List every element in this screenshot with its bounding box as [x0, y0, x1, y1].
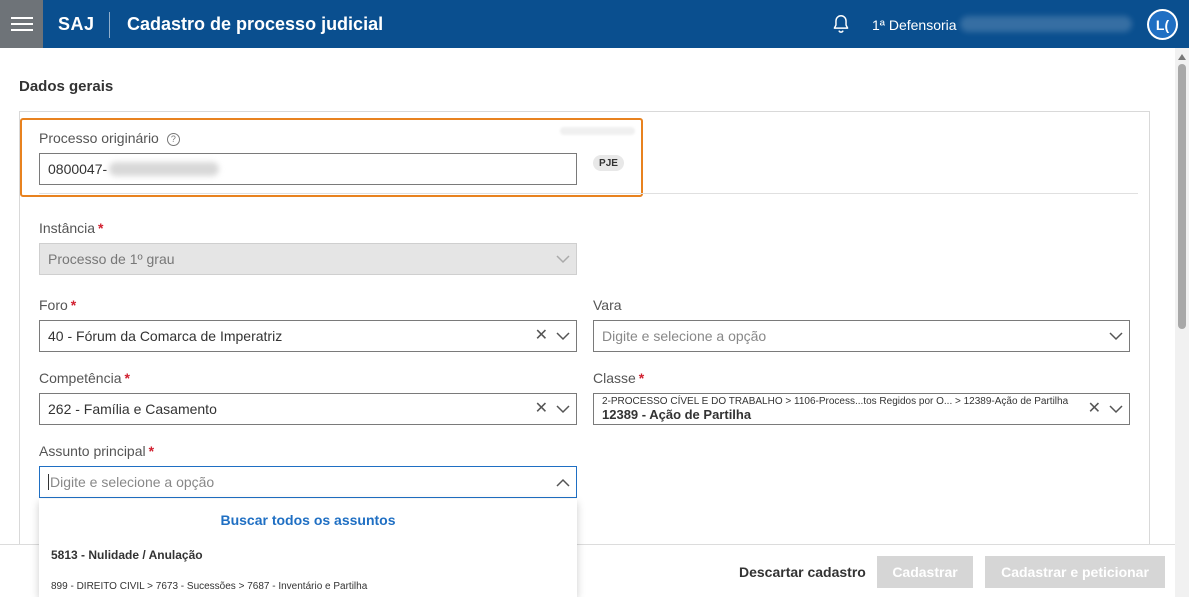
brand-logo[interactable]: SAJ — [58, 14, 95, 35]
text-caret — [48, 474, 49, 490]
chevron-down-icon[interactable] — [1109, 331, 1123, 341]
section-title: Dados gerais — [19, 78, 114, 95]
processo-originario-label-text: Processo originário — [39, 130, 159, 146]
pje-badge: PJE — [593, 155, 624, 171]
competencia-label-text: Competência — [39, 370, 122, 386]
foro-label-text: Foro — [39, 297, 68, 313]
search-all-link[interactable]: Buscar todos os assuntos — [39, 512, 577, 528]
page-title: Cadastro de processo judicial — [127, 14, 384, 34]
user-name-redacted — [960, 16, 1132, 32]
assunto-select[interactable]: Digite e selecione a opção — [39, 466, 577, 498]
redacted-number — [109, 162, 220, 176]
avatar-initials: L( — [1149, 11, 1176, 38]
required-marker: * — [638, 370, 645, 386]
chevron-down-icon[interactable] — [1109, 404, 1123, 414]
classe-path: 2-PROCESSO CÍVEL E DO TRABALHO > 1106-Pr… — [602, 396, 1069, 407]
divider — [39, 193, 1138, 194]
chevron-down-icon[interactable] — [556, 331, 570, 341]
competencia-select[interactable]: 262 - Família e Casamento ✕ — [39, 393, 577, 425]
instancia-label: Instância * — [39, 220, 104, 236]
required-marker: * — [124, 370, 130, 386]
foro-label: Foro * — [39, 297, 76, 313]
brand-divider — [109, 12, 110, 38]
competencia-value: 262 - Família e Casamento — [48, 401, 217, 417]
avatar[interactable]: L( — [1147, 9, 1178, 40]
assunto-label: Assunto principal * — [39, 443, 154, 459]
scrollbar[interactable] — [1175, 48, 1189, 597]
organization-name[interactable]: 1ª Defensoria — [872, 17, 957, 33]
competencia-label: Competência * — [39, 370, 130, 386]
submit-and-petition-button: Cadastrar e peticionar — [985, 556, 1165, 588]
bell-icon[interactable] — [830, 13, 852, 35]
processo-originario-value: 0800047- — [48, 161, 108, 177]
instancia-select: Processo de 1º grau — [39, 243, 577, 275]
hamburger-menu-button[interactable] — [0, 0, 43, 48]
dropdown-item-title[interactable]: 5813 - Nulidade / Anulação — [51, 548, 203, 562]
scroll-up-arrow-icon[interactable] — [1178, 54, 1186, 60]
assunto-dropdown: Buscar todos os assuntos 5813 - Nulidade… — [39, 499, 577, 597]
assunto-placeholder: Digite e selecione a opção — [50, 474, 215, 490]
classe-label-text: Classe — [593, 370, 636, 386]
processo-originario-label: Processo originário? — [39, 130, 180, 146]
classe-value: 12389 - Ação de Partilha — [602, 407, 752, 422]
faded-hint — [560, 127, 635, 135]
required-marker: * — [98, 220, 104, 236]
chevron-up-icon[interactable] — [556, 478, 570, 487]
clear-icon[interactable]: ✕ — [535, 401, 548, 417]
dropdown-item-path[interactable]: 899 - DIREITO CIVIL > 7673 - Sucessões >… — [51, 581, 367, 592]
instancia-value: Processo de 1º grau — [48, 251, 175, 267]
vara-select[interactable]: Digite e selecione a opção — [593, 320, 1130, 352]
top-bar: SAJ Cadastro de processo judicial 1ª Def… — [0, 0, 1189, 48]
menu-icon — [10, 17, 33, 31]
chevron-down-icon[interactable] — [556, 404, 570, 414]
instancia-label-text: Instância — [39, 220, 96, 236]
foro-value: 40 - Fórum da Comarca de Imperatriz — [48, 328, 283, 344]
foro-select[interactable]: 40 - Fórum da Comarca de Imperatriz ✕ — [39, 320, 577, 352]
classe-label: Classe * — [593, 370, 644, 386]
help-icon[interactable]: ? — [166, 132, 180, 146]
discard-button[interactable]: Descartar cadastro — [731, 557, 874, 587]
classe-select[interactable]: 2-PROCESSO CÍVEL E DO TRABALHO > 1106-Pr… — [593, 393, 1130, 425]
required-marker: * — [148, 443, 155, 459]
submit-button: Cadastrar — [877, 556, 973, 588]
vara-label: Vara — [593, 297, 622, 313]
assunto-label-text: Assunto principal — [39, 443, 146, 459]
scroll-thumb[interactable] — [1178, 64, 1186, 329]
vara-placeholder: Digite e selecione a opção — [602, 328, 767, 344]
processo-originario-input[interactable]: 0800047- — [39, 153, 577, 185]
required-marker: * — [70, 297, 77, 313]
clear-icon[interactable]: ✕ — [1088, 401, 1101, 417]
vara-label-text: Vara — [593, 297, 622, 313]
chevron-down-icon — [556, 254, 570, 263]
clear-icon[interactable]: ✕ — [535, 328, 548, 344]
